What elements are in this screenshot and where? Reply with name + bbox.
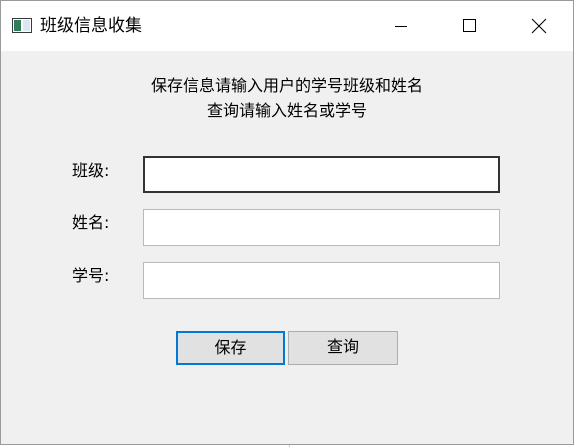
instruction-query: 查询请输入姓名或学号	[206, 101, 367, 120]
class-label: 班级:	[72, 161, 110, 180]
minimize-button[interactable]	[366, 1, 436, 51]
title-bar[interactable]: 班级信息收集	[1, 1, 573, 51]
name-input[interactable]	[143, 209, 500, 246]
student-id-input[interactable]	[143, 262, 500, 299]
query-button[interactable]: 查询	[288, 331, 398, 365]
window-title: 班级信息收集	[40, 16, 142, 36]
maximize-button[interactable]	[436, 1, 506, 51]
app-window: 班级信息收集 保存信息请输入用户的学号班级和姓名 查询请输入姓名或学号 班级: …	[0, 0, 574, 445]
class-input[interactable]	[143, 156, 500, 193]
minimize-icon	[395, 26, 407, 27]
save-button[interactable]: 保存	[176, 331, 285, 365]
close-icon	[531, 18, 547, 34]
app-window-icon	[12, 18, 32, 33]
maximize-icon	[463, 19, 476, 32]
close-button[interactable]	[503, 1, 573, 51]
instruction-save: 保存信息请输入用户的学号班级和姓名	[150, 76, 423, 95]
student-id-label: 学号:	[72, 266, 110, 285]
name-label: 姓名:	[72, 213, 110, 232]
